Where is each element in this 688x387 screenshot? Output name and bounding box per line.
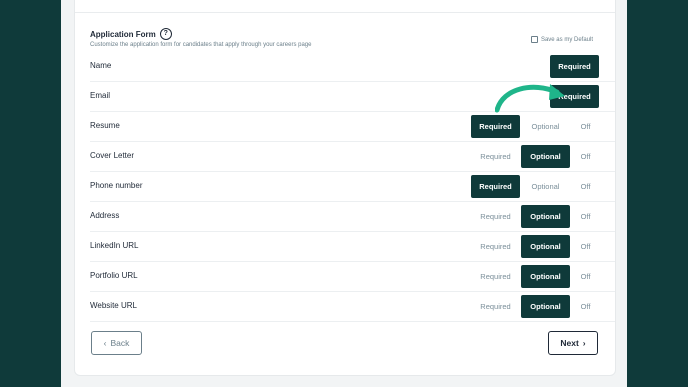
option-required-button[interactable]: Required — [471, 295, 520, 318]
next-button[interactable]: Next › — [548, 331, 598, 355]
option-off-button[interactable]: Off — [571, 115, 600, 138]
option-off-button[interactable]: Off — [571, 265, 600, 288]
option-off-button[interactable]: Off — [571, 205, 600, 228]
option-optional-button[interactable]: Optional — [521, 175, 570, 198]
option-required-button[interactable]: Required — [471, 115, 520, 138]
field-label: Name — [90, 61, 112, 70]
option-optional-button[interactable]: Optional — [521, 145, 570, 168]
application-form-card: Application Form ? Customize the applica… — [74, 0, 616, 376]
option-optional-button[interactable]: Optional — [521, 295, 570, 318]
field-label: Cover Letter — [90, 151, 135, 160]
option-optional-button[interactable]: Optional — [521, 235, 570, 258]
page-background: Application Form ? Customize the applica… — [61, 0, 627, 387]
chevron-right-icon: › — [582, 338, 586, 348]
curved-arrow-icon — [495, 84, 565, 113]
option-required-button[interactable]: Required — [471, 235, 520, 258]
section-title-text: Application Form — [90, 29, 156, 39]
field-row: Name Required — [90, 52, 615, 82]
option-required-button[interactable]: Required — [471, 145, 520, 168]
field-row: Address Required Optional Off — [90, 202, 615, 232]
option-off-button[interactable]: Off — [571, 235, 600, 258]
chevron-left-icon: ‹ — [103, 338, 107, 348]
field-row: Resume Required Optional Off — [90, 112, 615, 142]
option-optional-button[interactable]: Optional — [521, 205, 570, 228]
section-subtitle: Customize the application form for candi… — [90, 42, 312, 48]
next-button-label: Next — [560, 338, 579, 348]
field-row: Portfolio URL Required Optional Off — [90, 262, 615, 292]
option-required-button[interactable]: Required — [471, 175, 520, 198]
option-required-button[interactable]: Required — [471, 205, 520, 228]
option-off-button[interactable]: Off — [571, 145, 600, 168]
save-as-default-label: Save as my Default — [540, 36, 593, 43]
field-row: Phone number Required Optional Off — [90, 172, 615, 202]
field-label: Address — [90, 211, 120, 220]
field-label: Phone number — [90, 181, 143, 190]
field-row: Website URL Required Optional Off — [90, 292, 615, 322]
field-row: LinkedIn URL Required Optional Off — [90, 232, 615, 262]
divider — [75, 12, 615, 13]
field-row: Cover Letter Required Optional Off — [90, 142, 615, 172]
field-label: Portfolio URL — [90, 271, 138, 280]
option-required-button[interactable]: Required — [471, 265, 520, 288]
option-off-button[interactable]: Off — [571, 175, 600, 198]
back-button-label: Back — [110, 338, 130, 348]
option-optional-button[interactable]: Optional — [521, 265, 570, 288]
save-icon — [530, 36, 538, 43]
field-label: Resume — [90, 121, 120, 130]
field-label: LinkedIn URL — [90, 241, 139, 250]
option-optional-button[interactable]: Optional — [521, 115, 570, 138]
field-label: Email — [90, 91, 111, 100]
save-as-default-link[interactable]: Save as my Default — [530, 36, 593, 43]
option-off-button[interactable]: Off — [571, 295, 600, 318]
back-button[interactable]: ‹ Back — [91, 331, 142, 355]
field-label: Website URL — [90, 301, 137, 310]
section-title: Application Form ? — [90, 28, 172, 40]
help-icon[interactable]: ? — [159, 28, 172, 40]
option-required-button[interactable]: Required — [550, 55, 599, 78]
